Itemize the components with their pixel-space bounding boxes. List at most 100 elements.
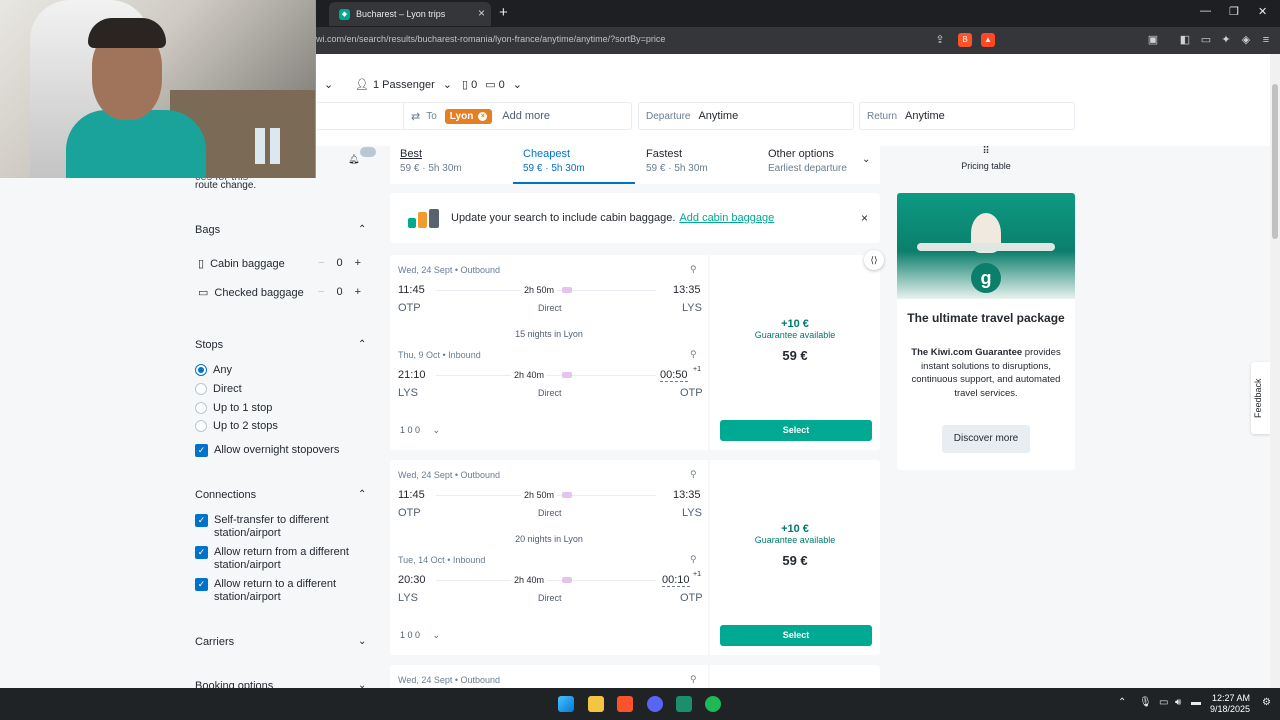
connections-filter-title[interactable]: Connections <box>195 489 256 501</box>
microphone-icon[interactable]: 🎙︎ <box>1139 697 1152 708</box>
vpn-icon[interactable]: ◈ <box>1239 33 1253 47</box>
close-tab-icon[interactable]: × <box>478 6 485 20</box>
reader-icon[interactable]: ▣ <box>1146 33 1160 47</box>
tab-cheapest[interactable]: Cheapest 59 € · 5h 30m <box>513 146 635 184</box>
scrollbar[interactable] <box>1270 54 1280 688</box>
stops-one-radio[interactable]: Up to 1 stop <box>195 402 272 414</box>
departure-field[interactable]: Departure Anytime <box>638 102 854 130</box>
pin-icon[interactable]: ⚲ <box>690 349 697 360</box>
stops-filter-title[interactable]: Stops <box>195 339 223 351</box>
add-cabin-baggage-link[interactable]: Add cabin baggage <box>679 212 774 224</box>
share-icon[interactable]: ⟨⟩ <box>864 250 884 270</box>
stops-any-radio[interactable]: Any <box>195 364 232 376</box>
chevron-up-icon[interactable]: ⌃ <box>358 224 366 235</box>
discover-more-button[interactable]: Discover more <box>942 425 1030 453</box>
radio-unchecked[interactable] <box>195 402 207 414</box>
destination-tag[interactable]: Lyon × <box>444 108 493 124</box>
sidebar-icon[interactable]: ◧ <box>1178 33 1192 47</box>
chevron-up-icon[interactable]: ⌃ <box>358 339 366 350</box>
chevron-down-icon[interactable]: ⌄ <box>862 154 870 165</box>
notifications-icon[interactable]: ⚙︎ <box>1262 697 1271 708</box>
passengers-selector[interactable]: 👤︎ 1 Passenger ⌄ <box>355 78 452 92</box>
scrollbar-thumb[interactable] <box>1272 84 1278 239</box>
select-button[interactable]: Select <box>720 625 872 646</box>
self-transfer-checkbox[interactable]: ✓ Self-transfer to different station/airpo… <box>195 514 329 540</box>
brave-shields-icon[interactable]: B <box>958 33 972 47</box>
booking-options-title[interactable]: Booking options <box>195 680 273 688</box>
radio-checked[interactable] <box>195 364 207 376</box>
cabin-baggage-stepper[interactable]: − 0 + <box>318 257 361 269</box>
chevron-up-icon[interactable]: ⌃ <box>358 489 366 500</box>
pin-icon[interactable]: ⚲ <box>690 674 697 685</box>
stops-two-radio[interactable]: Up to 2 stops <box>195 420 278 432</box>
radio-unchecked[interactable] <box>195 383 207 395</box>
result-card[interactable]: Wed, 24 Sept • Outbound ⚲ 11:45 2h 50m 1… <box>390 460 880 655</box>
chevron-down-icon[interactable]: ⌄ <box>358 636 366 647</box>
overnight-checkbox[interactable]: ✓ Allow overnight stopovers <box>195 444 339 457</box>
checkmark-icon[interactable]: ✓ <box>195 578 208 591</box>
checkmark-icon[interactable]: ✓ <box>195 514 208 527</box>
close-banner-icon[interactable]: × <box>861 211 868 225</box>
return-from-checkbox[interactable]: ✓ Allow return from a different station/ai… <box>195 546 349 572</box>
chevron-down-icon[interactable]: ⌄ <box>358 680 366 688</box>
result-card[interactable]: Wed, 24 Sept • Outbound ⚲ 11:45 2h 50m 1… <box>390 255 880 450</box>
price-alert-toggle[interactable] <box>360 147 376 157</box>
add-more-input[interactable]: Add more <box>502 110 550 122</box>
from-field[interactable] <box>316 102 411 130</box>
spotify-icon[interactable] <box>705 696 721 712</box>
outbound-from-code: OTP <box>398 302 421 314</box>
to-field[interactable]: ⇄ To Lyon × Add more <box>403 102 632 130</box>
return-field[interactable]: Return Anytime <box>859 102 1075 130</box>
network-icon[interactable]: ▭ <box>1159 697 1168 708</box>
pricing-table-button[interactable]: ⠿ Pricing table <box>897 146 1075 176</box>
chevron-up-icon[interactable]: ⌃ <box>1118 697 1126 708</box>
increment-icon[interactable]: + <box>355 257 361 269</box>
system-clock[interactable]: 12:27 AM 9/18/2025 <box>1210 693 1250 715</box>
tab-fastest[interactable]: Fastest 59 € · 5h 30m <box>636 146 758 184</box>
tab-best[interactable]: Best 59 € · 5h 30m <box>390 146 512 184</box>
stops-direct-radio[interactable]: Direct <box>195 383 242 395</box>
inbound-duration: 2h 40m <box>511 370 548 380</box>
pin-icon[interactable]: ⚲ <box>690 554 697 565</box>
trip-type-chevron-icon[interactable]: ⌄ <box>324 78 333 91</box>
feedback-tab[interactable]: Feedback <box>1251 362 1270 434</box>
menu-icon[interactable]: ≡ <box>1259 33 1273 47</box>
increment-icon[interactable]: + <box>355 286 361 298</box>
pin-icon[interactable]: ⚲ <box>690 264 697 275</box>
remove-tag-icon[interactable]: × <box>478 111 488 121</box>
share-page-icon[interactable]: ⇪ <box>933 33 947 47</box>
tab-other-options[interactable]: Other options Earliest departure <box>758 146 880 184</box>
file-explorer-icon[interactable] <box>588 696 604 712</box>
leo-icon[interactable]: ✦ <box>1219 33 1233 47</box>
volume-icon[interactable]: 🔊︎ <box>1175 697 1181 708</box>
bags-summary[interactable]: 1 0 0 ⌄ <box>400 630 440 641</box>
discord-icon[interactable] <box>647 696 663 712</box>
new-tab-button[interactable]: + <box>499 4 508 21</box>
pin-icon[interactable]: ⚲ <box>690 469 697 480</box>
bags-summary[interactable]: 1 0 0 ⌄ <box>400 425 440 436</box>
start-menu-icon[interactable] <box>558 696 574 712</box>
decrement-icon[interactable]: − <box>318 286 324 298</box>
select-button[interactable]: Select <box>720 420 872 441</box>
checked-baggage-stepper[interactable]: − 0 + <box>318 286 361 298</box>
app-icon[interactable] <box>676 696 692 712</box>
return-to-checkbox[interactable]: ✓ Allow return to a different station/airp… <box>195 578 336 604</box>
minimize-icon[interactable]: — <box>1200 5 1211 17</box>
brave-rewards-icon[interactable]: ▲ <box>981 33 995 47</box>
radio-unchecked[interactable] <box>195 420 207 432</box>
close-window-icon[interactable]: ✕ <box>1258 5 1267 18</box>
decrement-icon[interactable]: − <box>318 257 324 269</box>
bags-filter-title[interactable]: Bags <box>195 224 220 236</box>
wallet-icon[interactable]: ▭ <box>1199 33 1213 47</box>
url-field[interactable]: wi.com/en/search/results/bucharest-roman… <box>316 34 665 44</box>
carriers-filter-title[interactable]: Carriers <box>195 636 234 648</box>
maximize-icon[interactable]: ❐ <box>1229 5 1239 18</box>
result-card[interactable]: Wed, 24 Sept • Outbound ⚲ <box>390 665 880 688</box>
bags-selector[interactable]: ▯ 0 ▭ 0 ⌄ <box>462 78 522 92</box>
battery-icon[interactable]: ▬ <box>1191 697 1201 708</box>
browser-tab[interactable]: ◆ Bucharest – Lyon trips × <box>329 2 491 26</box>
swap-icon[interactable]: ⇄ <box>411 110 420 123</box>
brave-browser-icon[interactable] <box>617 696 633 712</box>
checkmark-icon[interactable]: ✓ <box>195 444 208 457</box>
checkmark-icon[interactable]: ✓ <box>195 546 208 559</box>
